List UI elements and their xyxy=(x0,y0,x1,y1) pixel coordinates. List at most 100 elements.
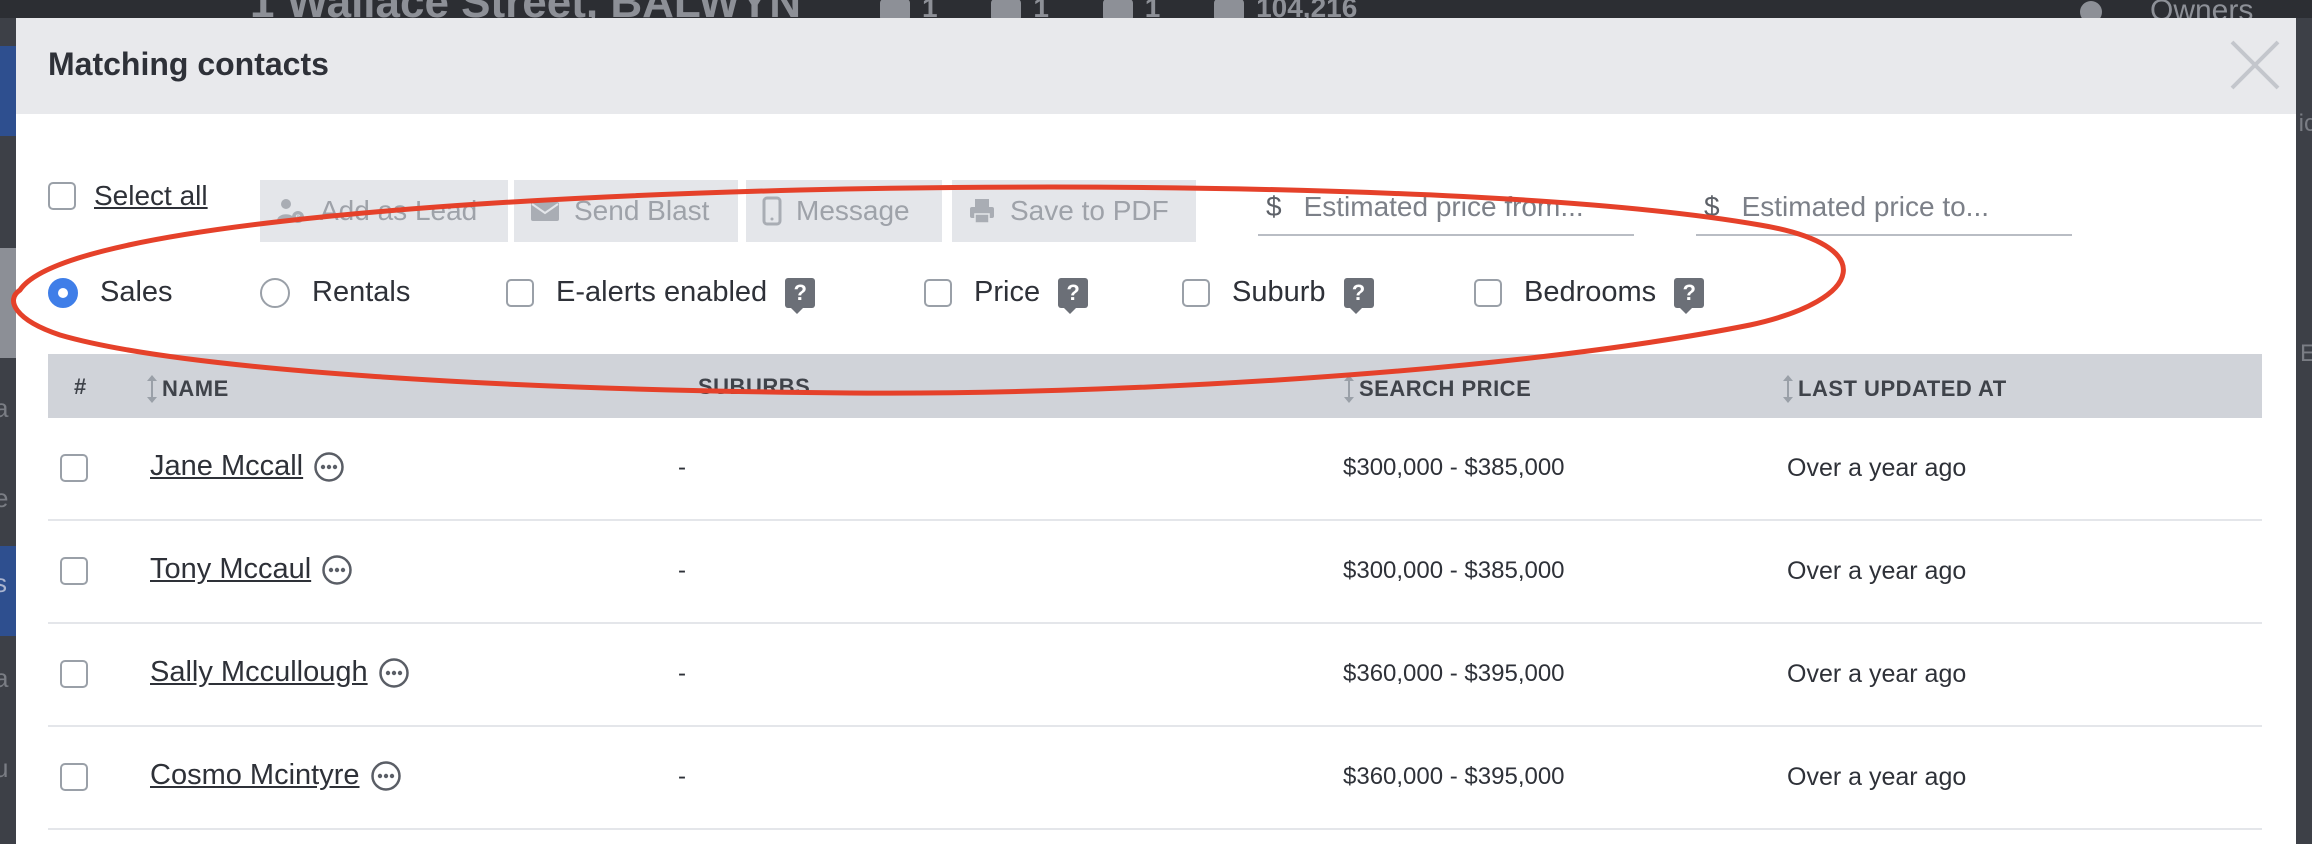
select-all-control[interactable]: Select all xyxy=(48,180,208,212)
ealerts-label[interactable]: E-alerts enabled xyxy=(556,276,767,309)
contact-search-price: $300,000 - $385,000 xyxy=(1343,557,1565,584)
modal-title: Matching contacts xyxy=(48,46,329,82)
filter-rentals[interactable]: Rentals xyxy=(260,276,410,309)
rentals-label[interactable]: Rentals xyxy=(312,276,410,309)
people-count: 104,216 xyxy=(1256,0,1358,18)
bath-count: 1 xyxy=(922,0,938,18)
help-icon[interactable]: ? xyxy=(1058,277,1089,314)
select-all-label[interactable]: Select all xyxy=(94,180,208,212)
contact-suburbs: - xyxy=(678,454,686,481)
message-label: Message xyxy=(796,195,910,226)
filter-ealerts[interactable]: E-alerts enabled ? xyxy=(506,276,816,314)
bath-icon xyxy=(880,0,910,18)
contact-last-updated: Over a year ago xyxy=(1787,763,1967,791)
background-address-title: 1 Wallace Street, BALWYN xyxy=(250,0,801,18)
contact-name[interactable]: Cosmo Mcintyre xyxy=(150,759,360,792)
background-sidebar-highlight xyxy=(0,46,16,136)
header-name[interactable]: NAME xyxy=(146,374,229,404)
owner-icon xyxy=(2080,1,2102,18)
message-button[interactable]: Message xyxy=(746,180,942,242)
sort-icon xyxy=(1344,375,1354,403)
header-search-price[interactable]: SEARCH PRICE xyxy=(1343,374,1531,404)
price-from-field[interactable]: $ xyxy=(1258,180,1634,236)
background-letter: s xyxy=(0,568,7,598)
contact-name-link[interactable]: Sally Mccullough xyxy=(150,656,410,689)
ealerts-checkbox[interactable] xyxy=(506,278,534,307)
help-icon[interactable]: ? xyxy=(785,277,816,314)
send-blast-button[interactable]: Send Blast xyxy=(514,180,738,242)
contact-suburbs: - xyxy=(678,763,686,790)
save-to-pdf-label: Save to PDF xyxy=(1010,195,1169,226)
contact-search-price: $300,000 - $385,000 xyxy=(1343,454,1565,481)
price-to-currency: $ xyxy=(1704,191,1720,222)
contact-last-updated: Over a year ago xyxy=(1787,660,1967,688)
row-checkbox[interactable] xyxy=(60,763,88,791)
header-name-label: NAME xyxy=(162,376,229,401)
table-row: Tony Mccaul - $300,000 - $385,000 Over a… xyxy=(48,521,2262,624)
contact-name-link[interactable]: Cosmo Mcintyre xyxy=(150,759,402,792)
header-last-updated-label: LAST UPDATED AT xyxy=(1798,376,2007,401)
more-options-icon[interactable] xyxy=(370,760,402,792)
more-options-icon[interactable] xyxy=(378,657,410,689)
more-options-icon[interactable] xyxy=(313,451,345,483)
people-icon xyxy=(1214,0,1245,18)
bedrooms-label[interactable]: Bedrooms xyxy=(1524,276,1656,309)
contact-last-updated: Over a year ago xyxy=(1787,454,1967,482)
table-row: Jane Mccall - $300,000 - $385,000 Over a… xyxy=(48,418,2262,521)
contact-name-link[interactable]: Jane Mccall xyxy=(150,450,345,483)
price-to-input[interactable] xyxy=(1741,191,2062,223)
filter-price[interactable]: Price ? xyxy=(924,276,1089,314)
filter-bedrooms[interactable]: Bedrooms ? xyxy=(1474,276,1705,314)
price-checkbox[interactable] xyxy=(924,278,952,307)
contacts-table: # NAME SUBURBS SEARCH PRICE LAST UPDATED… xyxy=(48,354,2262,830)
contact-name[interactable]: Jane Mccall xyxy=(150,450,303,483)
car-count: 1 xyxy=(1144,0,1161,18)
svg-text:$: $ xyxy=(295,213,300,223)
select-all-checkbox[interactable] xyxy=(48,182,76,210)
help-icon[interactable]: ? xyxy=(1674,277,1705,314)
background-letter: e xyxy=(0,483,9,513)
filter-sales[interactable]: Sales xyxy=(48,276,173,309)
add-as-lead-button[interactable]: $ Add as Lead xyxy=(260,180,508,242)
filter-suburb[interactable]: Suburb ? xyxy=(1182,276,1374,314)
contact-suburbs: - xyxy=(678,660,686,687)
sales-label[interactable]: Sales xyxy=(100,276,173,309)
save-to-pdf-button[interactable]: Save to PDF xyxy=(952,180,1196,242)
sales-radio[interactable] xyxy=(48,277,78,308)
row-checkbox[interactable] xyxy=(60,557,88,585)
close-icon[interactable] xyxy=(2224,34,2286,96)
background-letter: ic xyxy=(2298,110,2312,137)
contact-last-updated: Over a year ago xyxy=(1787,557,1967,585)
contact-name[interactable]: Sally Mccullough xyxy=(150,656,368,689)
modal-toolbar: Select all $ Add as Lead Send Blast Mess… xyxy=(16,160,2296,246)
header-suburbs: SUBURBS xyxy=(698,374,811,399)
contact-name-link[interactable]: Tony Mccaul xyxy=(150,553,353,586)
background-letter: E xyxy=(2299,340,2312,367)
background-right-edge: ic E xyxy=(2296,18,2312,844)
header-search-price-label: SEARCH PRICE xyxy=(1359,376,1532,401)
suburb-label[interactable]: Suburb xyxy=(1232,276,1326,309)
row-checkbox[interactable] xyxy=(60,660,88,688)
owners-label: Owners xyxy=(2150,0,2254,18)
background-letter: a xyxy=(0,663,9,693)
modal-header: Matching contacts xyxy=(16,18,2296,114)
price-label[interactable]: Price xyxy=(974,276,1040,309)
printer-icon xyxy=(970,199,994,224)
background-property-stats: 1 1 1 104,216 xyxy=(880,0,1403,18)
car-icon xyxy=(1102,0,1133,18)
header-last-updated[interactable]: LAST UPDATED AT xyxy=(1782,374,2007,404)
help-icon[interactable]: ? xyxy=(1343,277,1374,314)
rentals-radio[interactable] xyxy=(260,277,290,308)
contact-search-price: $360,000 - $395,000 xyxy=(1343,763,1565,790)
price-from-input[interactable] xyxy=(1303,191,1624,223)
mobile-phone-icon xyxy=(762,196,782,226)
bedrooms-checkbox[interactable] xyxy=(1474,278,1502,307)
background-letter: u xyxy=(0,753,9,783)
row-checkbox[interactable] xyxy=(60,454,88,482)
send-blast-label: Send Blast xyxy=(574,195,710,226)
background-left-sidebar: a e s a u xyxy=(0,18,16,844)
contact-name[interactable]: Tony Mccaul xyxy=(150,553,311,586)
more-options-icon[interactable] xyxy=(321,554,353,586)
price-to-field[interactable]: $ xyxy=(1696,180,2072,236)
suburb-checkbox[interactable] xyxy=(1182,278,1210,307)
